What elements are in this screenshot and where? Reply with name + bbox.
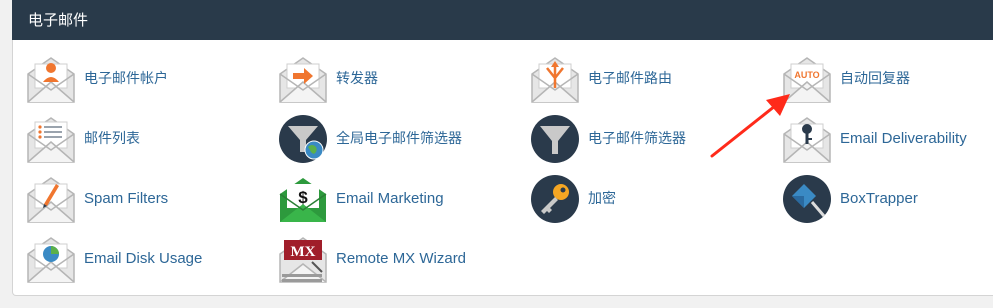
forwarders-link[interactable]: 转发器: [278, 52, 518, 106]
spam-filters-link[interactable]: Spam Filters: [26, 172, 266, 226]
item-label: Email Marketing: [336, 190, 444, 207]
email-accounts-link[interactable]: 电子邮件帐户: [26, 52, 266, 106]
boxtrapper-link[interactable]: BoxTrapper: [782, 172, 993, 226]
forwarders-icon: [279, 57, 327, 103]
item-label: 邮件列表: [84, 131, 140, 147]
email-marketing-icon: $: [279, 178, 327, 222]
remote-mx-wizard-link[interactable]: MX Remote MX Wizard: [278, 232, 518, 286]
panel-title: 电子邮件: [28, 11, 89, 29]
mailing-lists-icon: [27, 117, 75, 163]
encryption-link[interactable]: 加密: [530, 172, 770, 226]
auto-text: AUTO: [794, 70, 819, 80]
spam-filters-icon: [27, 177, 75, 223]
mailing-lists-link[interactable]: 邮件列表: [26, 112, 266, 166]
global-email-filters-icon: [279, 115, 327, 163]
item-label: Remote MX Wizard: [336, 250, 467, 267]
email-disk-usage-link[interactable]: Email Disk Usage: [26, 232, 266, 286]
mx-text: MX: [291, 244, 316, 260]
email-accounts-icon: [27, 57, 75, 103]
remote-mx-wizard-icon: MX: [279, 237, 327, 283]
item-label: 自动回复器: [840, 71, 910, 87]
email-marketing-link[interactable]: $ Email Marketing: [278, 172, 518, 226]
item-label: Email Deliverability: [840, 130, 967, 147]
dollar-text: $: [298, 188, 308, 207]
email-routing-icon: [531, 57, 579, 103]
autoresponders-link[interactable]: AUTO 自动回复器: [782, 52, 993, 106]
item-label: 转发器: [336, 71, 378, 87]
item-label: 电子邮件路由: [588, 71, 672, 87]
encryption-key-icon: [531, 175, 579, 223]
item-label: 电子邮件筛选器: [588, 131, 686, 147]
item-label: 全局电子邮件筛选器: [336, 131, 462, 147]
annotation-arrow-icon: [710, 94, 790, 158]
item-label: Email Disk Usage: [84, 250, 203, 267]
item-label: BoxTrapper: [840, 190, 918, 207]
global-email-filters-link[interactable]: 全局电子邮件筛选器: [278, 112, 518, 166]
boxtrapper-icon: [783, 175, 831, 223]
email-deliverability-link[interactable]: Email Deliverability: [782, 112, 993, 166]
item-label: 电子邮件帐户: [84, 71, 168, 87]
item-label: Spam Filters: [84, 190, 169, 207]
panel-header: 电子邮件: [12, 0, 993, 40]
email-disk-usage-icon: [27, 237, 75, 283]
item-label: 加密: [588, 191, 616, 207]
email-filters-icon: [531, 115, 579, 163]
